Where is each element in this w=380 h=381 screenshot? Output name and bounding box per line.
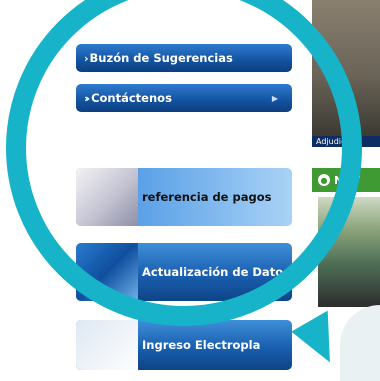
banner-label: Actualización de Datos (142, 265, 290, 279)
menu-item-label: Contáctenos (91, 91, 172, 105)
arrow-right-icon: ▶ (271, 93, 278, 103)
menu-item-contactenos[interactable]: ›› Contáctenos ▶ (76, 84, 292, 112)
banner-image (76, 320, 138, 370)
banner-ingreso-electroplan[interactable]: Ingreso Electropla (76, 320, 292, 370)
menu-item-label: Buzón de Sugerencias (89, 51, 233, 65)
chevron-right-icon: › (84, 51, 88, 65)
keyboard-image (76, 243, 138, 301)
news-icon: ● (318, 174, 330, 186)
news-tab-label: NOT (334, 173, 361, 187)
page: › Buzón de Sugerencias ›› Contáctenos ▶ … (0, 0, 380, 381)
featured-photo[interactable] (312, 0, 380, 136)
menu-item-buzon[interactable]: › Buzón de Sugerencias (76, 44, 292, 72)
double-chevron-right-icon: ›› (84, 91, 90, 105)
news-tab[interactable]: ● NOT (312, 168, 380, 192)
photo-caption: Adjudic (312, 136, 380, 147)
news-photo[interactable] (318, 197, 380, 307)
banner-referencia-pagos[interactable]: referencia de pagos (76, 168, 292, 226)
banner-actualizacion-datos[interactable]: Actualización de Datos (76, 243, 292, 301)
banner-label: Ingreso Electropla (142, 338, 261, 352)
calculator-image (76, 168, 138, 226)
banner-label: referencia de pagos (142, 190, 272, 204)
